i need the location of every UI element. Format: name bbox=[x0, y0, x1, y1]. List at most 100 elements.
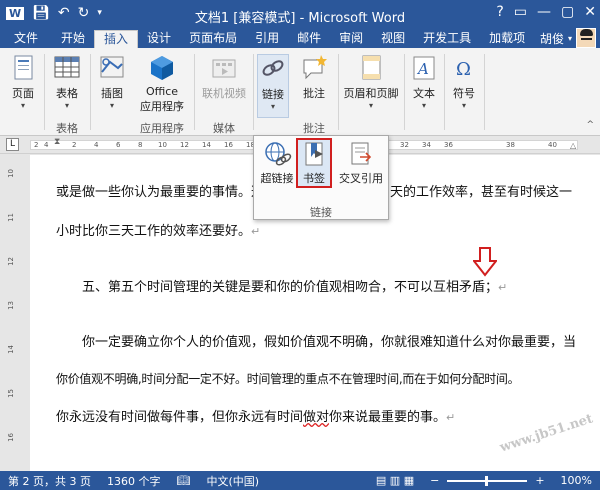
page-count-status[interactable]: 第 2 页，共 3 页 bbox=[0, 473, 99, 489]
ruler-number: 14 bbox=[202, 141, 211, 149]
online-video-button[interactable]: 联机视频 bbox=[198, 54, 250, 101]
link-chain-icon bbox=[259, 55, 287, 83]
group-divider bbox=[404, 54, 405, 130]
view-buttons: ▤ ▥ ▦ bbox=[368, 474, 422, 487]
window-controls: ? ▭ — ▢ ✕ bbox=[496, 4, 596, 20]
ruler-number: 34 bbox=[422, 141, 431, 149]
links-label: 链接 bbox=[262, 88, 284, 101]
omega-symbol-icon: Ω bbox=[450, 54, 478, 82]
help-icon[interactable]: ? bbox=[496, 4, 503, 20]
pages-label: 页面 bbox=[12, 87, 34, 100]
web-layout-icon[interactable]: ▦ bbox=[404, 474, 414, 487]
ribbon-tabs: 文件 开始 插入 设计 页面布局 引用 邮件 审阅 视图 开发工具 加载项 胡俊… bbox=[0, 28, 600, 48]
pages-button[interactable]: 页面 ▾ bbox=[6, 54, 40, 111]
ribbon-display-icon[interactable]: ▭ bbox=[514, 4, 527, 20]
vruler-number: 13 bbox=[7, 301, 15, 310]
proofing-icon[interactable]: 📖︎ bbox=[168, 474, 198, 487]
links-button[interactable]: 链接 ▾ bbox=[257, 54, 289, 118]
symbol-label: 符号 bbox=[453, 87, 475, 100]
tab-view[interactable]: 视图 bbox=[372, 30, 414, 48]
tab-references[interactable]: 引用 bbox=[246, 30, 288, 48]
tab-home[interactable]: 开始 bbox=[52, 30, 94, 48]
illustrations-button[interactable]: 插图 ▾ bbox=[95, 54, 129, 111]
table-icon bbox=[53, 54, 81, 82]
group-divider bbox=[484, 54, 485, 130]
group-label-media: 媒体 bbox=[213, 122, 235, 135]
doc-text: 你来说最重要的事。 bbox=[329, 410, 447, 425]
symbol-chevron-down-icon: ▾ bbox=[461, 101, 466, 110]
ruler-number: 2 bbox=[34, 141, 39, 149]
zoom-slider-thumb[interactable] bbox=[485, 475, 489, 486]
tab-page-layout[interactable]: 页面布局 bbox=[180, 30, 246, 48]
svg-text:A: A bbox=[416, 60, 429, 78]
ruler-number: 40 bbox=[548, 141, 557, 149]
doc-text: 天的工作效率，甚至有时候这一 bbox=[390, 185, 573, 200]
doc-line: 小时比你三天工作的效率还要好。↵ bbox=[56, 220, 260, 239]
zoom-in-button[interactable]: + bbox=[527, 474, 552, 487]
group-label-comments: 批注 bbox=[303, 122, 325, 135]
new-comment-icon bbox=[300, 54, 328, 82]
print-layout-icon[interactable]: ▥ bbox=[390, 474, 400, 487]
hyperlink-button[interactable]: 超链接 bbox=[257, 140, 297, 186]
bookmark-button[interactable]: 书签 bbox=[296, 138, 332, 188]
pages-chevron-down-icon: ▾ bbox=[20, 101, 25, 110]
office-apps-label-1: Office bbox=[145, 85, 179, 98]
right-indent-marker-icon[interactable]: △ bbox=[570, 141, 576, 150]
user-account[interactable]: 胡俊 ▾ bbox=[540, 28, 600, 48]
links-group-label: 链接 bbox=[310, 206, 332, 219]
spelling-error-text[interactable]: 做对 bbox=[303, 410, 329, 425]
text-button[interactable]: A 文本 ▾ bbox=[408, 54, 440, 111]
tab-developer[interactable]: 开发工具 bbox=[414, 30, 480, 48]
header-footer-button[interactable]: 页眉和页脚 ▾ bbox=[342, 54, 400, 111]
text-label: 文本 bbox=[413, 87, 435, 100]
zoom-slider[interactable] bbox=[447, 475, 528, 486]
ruler-number: 16 bbox=[224, 141, 233, 149]
paragraph-mark: ↵ bbox=[498, 281, 508, 294]
ruler-number: 38 bbox=[506, 141, 515, 149]
symbol-button[interactable]: Ω 符号 ▾ bbox=[448, 54, 480, 111]
ruler-number: 2 bbox=[72, 141, 77, 149]
office-apps-button[interactable]: Office 应用程序 bbox=[136, 54, 188, 114]
word-count-status[interactable]: 1360 个字 bbox=[99, 473, 169, 489]
group-label-tables: 表格 bbox=[56, 122, 78, 135]
table-label: 表格 bbox=[56, 87, 78, 100]
doc-line: 你价值观不明确,时间分配一定不好。时间管理的重点不在管理时间,而在于如何分配时间… bbox=[56, 370, 520, 387]
text-box-icon: A bbox=[410, 54, 438, 82]
vertical-ruler[interactable]: 10 11 12 13 14 15 16 bbox=[0, 155, 22, 471]
office-store-icon bbox=[148, 54, 176, 82]
ruler-number: 10 bbox=[158, 141, 167, 149]
collapse-ribbon-icon[interactable]: ^ bbox=[586, 120, 594, 130]
close-icon[interactable]: ✕ bbox=[584, 4, 596, 20]
tab-insert[interactable]: 插入 bbox=[94, 30, 139, 48]
tab-addins[interactable]: 加载项 bbox=[480, 30, 534, 48]
links-dropdown: 超链接 书签 交叉引用 链接 bbox=[253, 135, 389, 220]
cross-reference-button[interactable]: 交叉引用 bbox=[334, 140, 388, 186]
maximize-icon[interactable]: ▢ bbox=[561, 4, 574, 20]
vruler-number: 16 bbox=[7, 433, 15, 442]
language-status[interactable]: 中文(中国) bbox=[198, 473, 267, 489]
video-icon bbox=[210, 54, 238, 82]
read-mode-icon[interactable]: ▤ bbox=[376, 474, 386, 487]
group-divider bbox=[194, 54, 195, 130]
zoom-level[interactable]: 100% bbox=[553, 474, 600, 487]
tab-review[interactable]: 审阅 bbox=[330, 30, 372, 48]
group-divider bbox=[44, 54, 45, 130]
tab-design[interactable]: 设计 bbox=[138, 30, 180, 48]
ruler-number: 8 bbox=[138, 141, 143, 149]
tab-mailings[interactable]: 邮件 bbox=[288, 30, 330, 48]
doc-line: 你一定要确立你个人的价值观，假如价值观不明确，你就很难知道什么对你最重要，当 bbox=[82, 331, 576, 350]
tab-selector-icon[interactable]: L bbox=[6, 138, 19, 151]
indent-marker-icon[interactable]: ⧗ bbox=[54, 137, 60, 147]
minimize-icon[interactable]: — bbox=[537, 4, 551, 20]
ruler-number: 4 bbox=[44, 141, 49, 149]
doc-text: 五、第五个时间管理的关键是要和你的价值观相吻合，不可以互相矛盾； bbox=[82, 280, 499, 295]
tab-file[interactable]: 文件 bbox=[0, 30, 53, 48]
table-button[interactable]: 表格 ▾ bbox=[50, 54, 84, 111]
title-bar: W 💾︎ ↶ ↻ ▾ 文档1 [兼容模式] - Microsoft Word ?… bbox=[0, 0, 600, 30]
doc-text: 你价值观不明确,时间分配一定不好。时间管理的重点不在管理时间,而在于如何分配时间… bbox=[56, 372, 520, 386]
header-footer-icon bbox=[357, 54, 385, 82]
avatar bbox=[576, 28, 596, 48]
zoom-out-button[interactable]: − bbox=[422, 474, 447, 487]
pages-icon bbox=[9, 54, 37, 82]
comment-button[interactable]: 批注 bbox=[296, 54, 332, 101]
